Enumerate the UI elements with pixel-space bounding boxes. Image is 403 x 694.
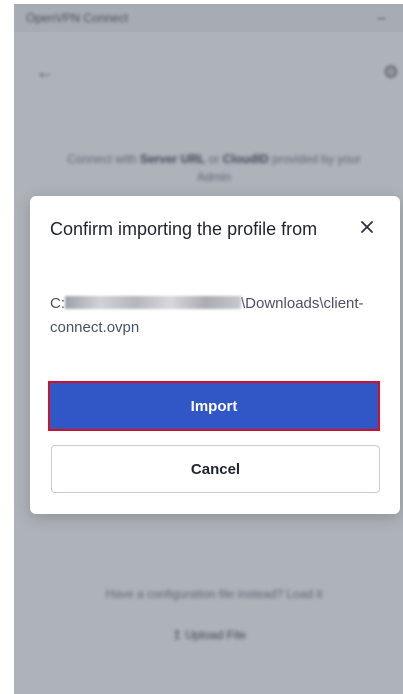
- import-confirm-dialog: Confirm importing the profile from C: \Do…: [30, 196, 400, 514]
- redacted-path-segment: [65, 296, 241, 309]
- close-button[interactable]: [356, 216, 378, 238]
- close-icon: [361, 221, 373, 233]
- import-button[interactable]: Import: [48, 381, 380, 431]
- dialog-title: Confirm importing the profile from: [50, 219, 318, 239]
- path-start: C:: [50, 295, 65, 312]
- cancel-button[interactable]: Cancel: [51, 445, 380, 493]
- page: OpenVPN Connect – ← ⚙ Connect with Serve…: [0, 0, 403, 694]
- profile-file-path: C: \Downloads\client-connect.ovpn: [50, 292, 370, 340]
